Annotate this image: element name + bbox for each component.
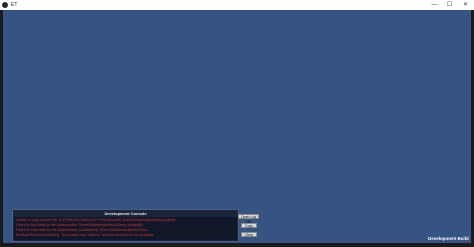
development-console: Development Console Unable to load textu…: [12, 209, 239, 242]
open-log-file-button[interactable]: Open Log File: [238, 214, 259, 224]
console-log-line: ResApp/ResourcesMissing: The prefab was …: [16, 233, 155, 237]
window-titlebar[interactable]: ET — ☐ ✕: [0, 0, 474, 10]
close-icon[interactable]: ✕: [459, 0, 472, 10]
console-title: Development Console: [104, 211, 147, 216]
console-log[interactable]: Unable to load texture file: D:/ET/BUILD…: [14, 217, 237, 240]
app-icon: [2, 2, 8, 8]
clear-button[interactable]: Clear: [241, 232, 257, 237]
development-build-label: Development Build: [428, 236, 469, 241]
window-title: ET: [11, 2, 18, 8]
maximize-icon[interactable]: ☐: [443, 0, 456, 10]
copy-button[interactable]: Copy: [241, 223, 257, 228]
minimize-icon[interactable]: —: [428, 0, 441, 10]
